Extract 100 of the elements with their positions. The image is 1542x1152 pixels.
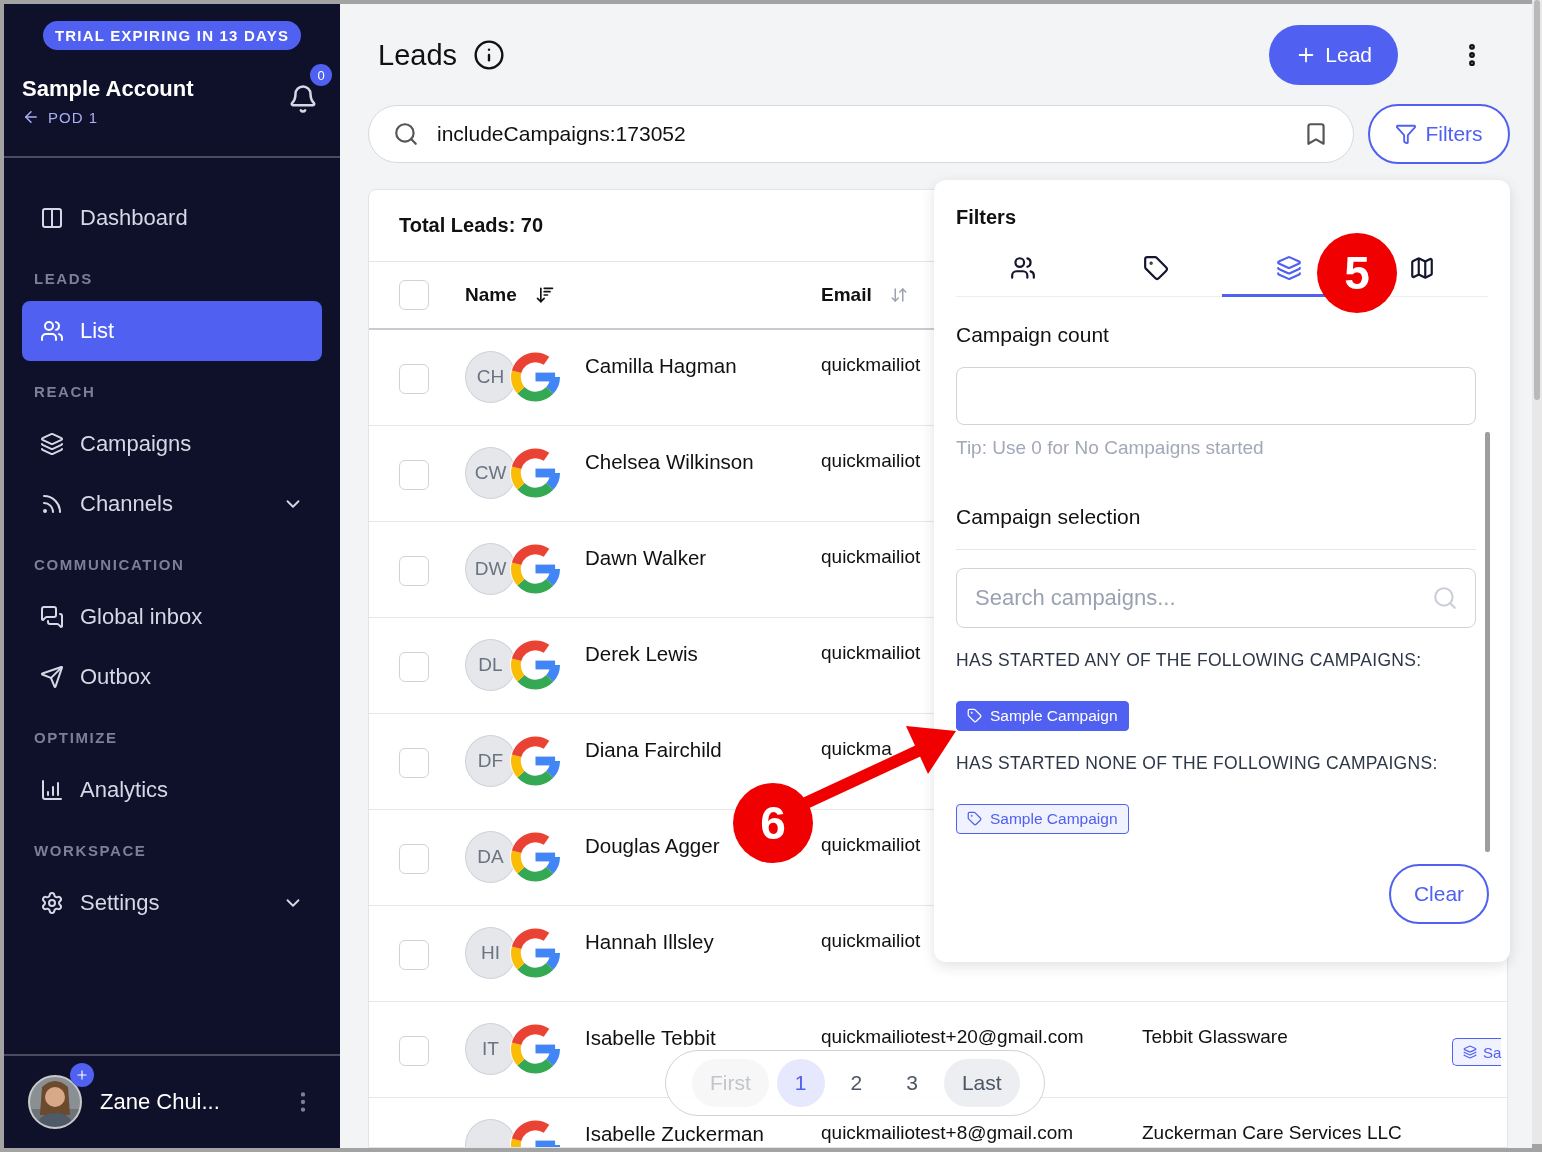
tag-icon [967,708,982,723]
users-icon [1009,254,1036,281]
nav-item[interactable]: List [22,301,322,361]
map-icon [1408,254,1435,281]
layers-icon [1463,1045,1477,1059]
users-icon [40,319,64,343]
pod-link[interactable]: POD 1 [48,108,98,126]
page-title: Leads [378,38,457,72]
layers-icon [40,432,64,456]
notification-count: 0 [310,64,332,86]
row-checkbox[interactable] [399,940,429,970]
lead-email: quickmailiot [821,834,921,855]
lead-email: quickmailiot [821,450,921,471]
info-icon[interactable] [473,39,505,71]
row-checkbox[interactable] [399,364,429,394]
lead-email: quickmailiotest+8@gmail.com [821,1122,1074,1143]
nav-item[interactable]: Analytics [22,760,322,820]
lead-email: quickma [821,738,892,759]
filter-icon [1395,123,1418,145]
row-checkbox[interactable] [399,1036,429,1066]
nav-item[interactable]: Campaigns [22,414,322,474]
nav-item[interactable]: Settings [22,873,322,933]
google-logo-icon [510,351,561,403]
nav-section-label: REACH [33,382,97,402]
plus-icon [75,1068,89,1082]
trial-banner: TRIAL EXPIRING IN 13 DAYS [42,21,302,50]
tip-text: Tip: Use 0 for No Campaigns started [956,436,1265,459]
google-logo-icon [510,639,561,691]
nav-section-label: LEADS [33,269,94,289]
lead-name[interactable]: Hannah Illsley [585,930,714,953]
account-name: Sample Account [22,76,194,102]
campaign-tag[interactable]: Sa [1452,1038,1502,1066]
lead-name[interactable]: Dawn Walker [585,546,707,569]
page-button[interactable]: 1 [776,1059,825,1107]
row-checkbox[interactable] [399,748,429,778]
google-logo-icon [510,735,561,787]
nav-item[interactable]: Global inbox [22,587,322,647]
bell-icon[interactable] [288,84,318,114]
google-logo-icon [510,1023,561,1075]
lead-name[interactable]: Chelsea Wilkinson [585,450,754,473]
lead-name[interactable]: Douglas Agger [585,834,720,857]
lead-email: quickmailiot [821,354,921,375]
field-label: Campaign selection [956,504,1476,550]
add-badge[interactable] [70,1063,94,1087]
search-field[interactable]: includeCampaigns:173052 [368,105,1354,163]
row-checkbox[interactable] [399,460,429,490]
lead-name[interactable]: Diana Fairchild [585,738,722,761]
scrollbar[interactable] [1532,0,1542,1144]
search-field[interactable]: Search campaigns... [956,567,1476,628]
google-logo-icon [510,447,561,499]
sort-icon[interactable] [534,285,555,305]
lead-name[interactable]: Isabelle Zuckerman [585,1122,764,1145]
column-header[interactable]: Email [821,284,872,306]
select-all-checkbox[interactable] [399,280,429,310]
nav-section-label: WORKSPACE [33,841,148,861]
chart-icon [40,778,64,802]
filters-button[interactable]: Filters [1368,104,1510,164]
company-name: Tebbit Glassware [1142,1026,1288,1047]
search-icon [1432,584,1458,611]
group-heading: HAS STARTED NONE OF THE FOLLOWING CAMPAIGNS: [956,752,1439,774]
lead-email: quickmailiot [821,642,921,663]
group-heading: HAS STARTED ANY OF THE FOLLOWING CAMPAIGNS: [956,649,1423,671]
campaign-tag[interactable]: Sample Campaign [956,803,1129,834]
nav-item[interactable]: Outbox [22,647,322,707]
chat-icon [40,605,64,629]
nav-section-label: OPTIMIZE [33,728,119,748]
google-logo-icon [510,831,561,883]
page-button[interactable]: Last [943,1059,1020,1107]
nav-item[interactable]: Dashboard [22,188,322,248]
nav-section-label: COMMUNICATION [33,555,186,575]
campaign-tag[interactable]: Sample Campaign [956,700,1129,731]
google-logo-icon [510,927,561,979]
lead-name[interactable]: Camilla Hagman [585,354,737,377]
send-icon [40,665,64,689]
scrollbar[interactable] [1485,432,1490,852]
row-checkbox[interactable] [399,556,429,586]
page-button[interactable]: 2 [832,1059,881,1107]
google-logo-icon [510,543,561,595]
dashboard-icon [40,206,64,230]
lead-email: quickmailiot [821,930,921,951]
clear-button[interactable]: Clear [1389,863,1489,924]
page-button[interactable]: 3 [888,1059,936,1107]
settings-icon [40,891,64,915]
row-checkbox[interactable] [399,844,429,874]
column-header[interactable]: Name [465,284,517,306]
add-lead-button[interactable]: Lead [1269,25,1398,85]
lead-name[interactable]: Isabelle Tebbit [585,1026,716,1049]
search-icon [393,121,419,147]
lead-name[interactable]: Derek Lewis [585,642,698,665]
input-field[interactable] [956,366,1476,425]
field-label: Campaign count [956,322,1110,347]
nav-item[interactable]: Channels [22,474,322,534]
tag-icon [967,811,982,826]
layers-icon [1275,254,1302,281]
user-name: Zane Chui... [100,1089,221,1115]
row-checkbox[interactable] [399,652,429,682]
panel-title: Filters [956,206,1018,229]
feed-icon [40,492,64,516]
lead-email: quickmailiotest+20@gmail.com [821,1026,1084,1047]
tag-icon [1142,254,1169,281]
